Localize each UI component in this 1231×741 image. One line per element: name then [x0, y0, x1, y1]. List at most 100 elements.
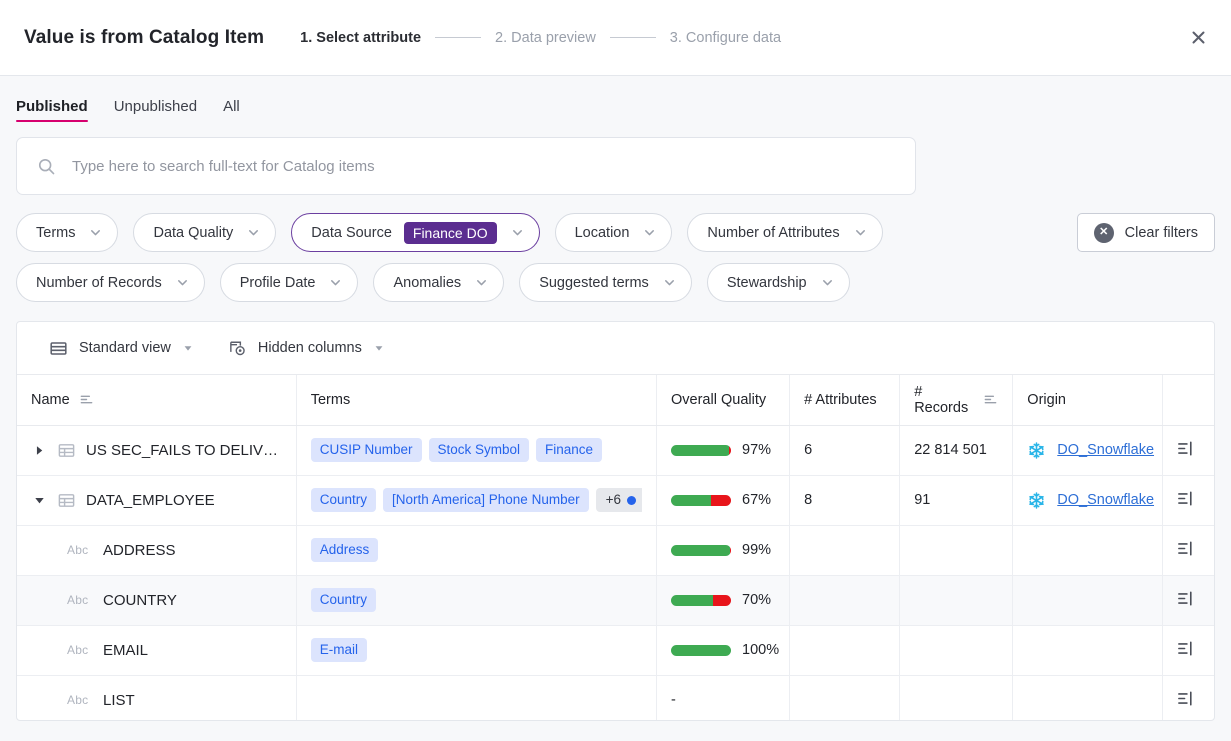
cell-origin	[1013, 525, 1163, 575]
cell-terms: Country	[296, 575, 656, 625]
cell-overall-quality: 100%	[657, 625, 790, 675]
column-header-terms[interactable]: Terms	[296, 375, 656, 425]
term-chip[interactable]: [North America] Phone Number	[383, 488, 589, 512]
table-row[interactable]: DATA_EMPLOYEE Country [North America] Ph…	[17, 475, 1214, 525]
column-header-name[interactable]: Name	[17, 375, 296, 425]
table-toolbar: Standard view Hidden columns	[17, 322, 1214, 375]
row-detail-icon[interactable]	[1177, 490, 1194, 507]
row-detail-icon[interactable]	[1177, 590, 1194, 607]
column-header-attributes[interactable]: # Attributes	[790, 375, 900, 425]
snowflake-icon	[1027, 441, 1046, 460]
sort-icon[interactable]	[79, 392, 94, 407]
step-2-data-preview[interactable]: 2. Data preview	[495, 30, 596, 46]
step-indicator: 1. Select attribute 2. Data preview 3. C…	[300, 30, 781, 46]
standard-view-selector[interactable]: Standard view	[49, 339, 194, 358]
chevron-down-icon	[89, 226, 102, 239]
cell-overall-quality: 97%	[657, 425, 790, 475]
cell-overall-quality: 99%	[657, 525, 790, 575]
expand-collapse-toggle[interactable]	[31, 442, 47, 458]
quality-bar	[671, 445, 731, 456]
row-detail-icon[interactable]	[1177, 440, 1194, 457]
sort-icon[interactable]	[983, 392, 998, 407]
column-header-actions	[1163, 375, 1214, 425]
filter-chip-anomalies[interactable]: Anomalies	[373, 263, 504, 302]
quality-value: -	[671, 692, 676, 708]
abc-type-icon: Abc	[67, 693, 93, 707]
cell-records: 91	[900, 475, 1013, 525]
filter-chip-number-of-records[interactable]: Number of Records	[16, 263, 205, 302]
chevron-down-icon	[854, 226, 867, 239]
filter-chip-terms[interactable]: Terms	[16, 213, 118, 252]
table-row[interactable]: Abc LIST -	[17, 675, 1214, 721]
row-name: US SEC_FAILS TO DELIVER	[86, 442, 282, 459]
table-row[interactable]: Abc COUNTRY Country	[17, 575, 1214, 625]
filter-chip-label: Location	[575, 225, 630, 241]
filter-chip-suggested-terms[interactable]: Suggested terms	[519, 263, 692, 302]
dialog-header: Value is from Catalog Item 1. Select att…	[0, 0, 1231, 76]
column-header-records[interactable]: # Records	[900, 375, 1013, 425]
quality-value: 70%	[742, 592, 771, 608]
more-terms-count: +6	[606, 493, 621, 507]
term-chip[interactable]: CUSIP Number	[311, 438, 422, 462]
clear-filters-label: Clear filters	[1125, 225, 1198, 241]
term-chip[interactable]: Address	[311, 538, 379, 562]
tab-unpublished[interactable]: Unpublished	[114, 98, 197, 122]
expand-collapse-toggle[interactable]	[31, 492, 47, 508]
term-chip[interactable]: E-mail	[311, 638, 367, 662]
row-detail-icon[interactable]	[1177, 690, 1194, 707]
filter-chip-stewardship[interactable]: Stewardship	[707, 263, 850, 302]
table-row[interactable]: Abc EMAIL E-mail	[17, 625, 1214, 675]
catalog-table-panel: Standard view Hidden columns	[16, 321, 1215, 721]
quality-bar	[671, 545, 731, 556]
term-chip[interactable]: Stock Symbol	[429, 438, 530, 462]
filter-chip-location[interactable]: Location	[555, 213, 673, 252]
catalog-items-table: Name Terms Overall Quality	[17, 375, 1214, 721]
cell-actions	[1163, 425, 1214, 475]
step-1-select-attribute[interactable]: 1. Select attribute	[300, 30, 421, 46]
table-row[interactable]: Abc ADDRESS Address	[17, 525, 1214, 575]
row-detail-icon[interactable]	[1177, 640, 1194, 657]
abc-type-icon: Abc	[67, 593, 93, 607]
cell-records: 22 814 501	[900, 425, 1013, 475]
search-input[interactable]	[70, 157, 895, 176]
hidden-columns-selector[interactable]: Hidden columns	[228, 339, 385, 358]
search-bar[interactable]	[16, 137, 916, 195]
filter-chip-number-of-attributes[interactable]: Number of Attributes	[687, 213, 882, 252]
tab-all[interactable]: All	[223, 98, 240, 122]
filter-chip-label: Data Quality	[153, 225, 233, 241]
table-row[interactable]: US SEC_FAILS TO DELIVER CUSIP Number Sto…	[17, 425, 1214, 475]
cell-overall-quality: -	[657, 675, 790, 721]
close-dialog-button[interactable]	[1181, 21, 1215, 55]
step-3-configure-data[interactable]: 3. Configure data	[670, 30, 781, 46]
origin-link[interactable]: DO_Snowflake	[1057, 442, 1154, 458]
search-icon	[37, 157, 56, 176]
filter-chip-label: Anomalies	[393, 275, 461, 291]
filter-chip-value-badge: Finance DO	[404, 222, 497, 244]
more-terms-chip[interactable]: +6	[596, 488, 642, 512]
table-body: US SEC_FAILS TO DELIVER CUSIP Number Sto…	[17, 425, 1214, 721]
cell-attributes: 8	[790, 475, 900, 525]
clear-filters-icon: ✕	[1094, 223, 1114, 243]
column-header-label: Terms	[311, 392, 350, 408]
chevron-down-icon	[663, 276, 676, 289]
term-chip[interactable]: Finance	[536, 438, 602, 462]
chevron-down-icon	[329, 276, 342, 289]
cell-actions	[1163, 575, 1214, 625]
filter-chip-data-source[interactable]: Data Source Finance DO	[291, 213, 539, 252]
dialog-body: Published Unpublished All Terms Data Qua…	[0, 76, 1231, 741]
row-detail-icon[interactable]	[1177, 540, 1194, 557]
term-chip[interactable]: Country	[311, 488, 376, 512]
column-header-label: # Attributes	[804, 392, 877, 408]
term-chip[interactable]: Country	[311, 588, 376, 612]
clear-filters-button[interactable]: ✕ Clear filters	[1077, 213, 1215, 252]
origin-link[interactable]: DO_Snowflake	[1057, 492, 1154, 508]
status-dot-icon	[627, 496, 636, 505]
column-header-overall-quality[interactable]: Overall Quality	[657, 375, 790, 425]
tab-published[interactable]: Published	[16, 98, 88, 122]
table-icon	[57, 491, 76, 510]
table-header-row: Name Terms Overall Quality	[17, 375, 1214, 425]
column-header-origin[interactable]: Origin	[1013, 375, 1163, 425]
filter-chip-profile-date[interactable]: Profile Date	[220, 263, 359, 302]
row-name: COUNTRY	[103, 592, 177, 609]
filter-chip-data-quality[interactable]: Data Quality	[133, 213, 276, 252]
